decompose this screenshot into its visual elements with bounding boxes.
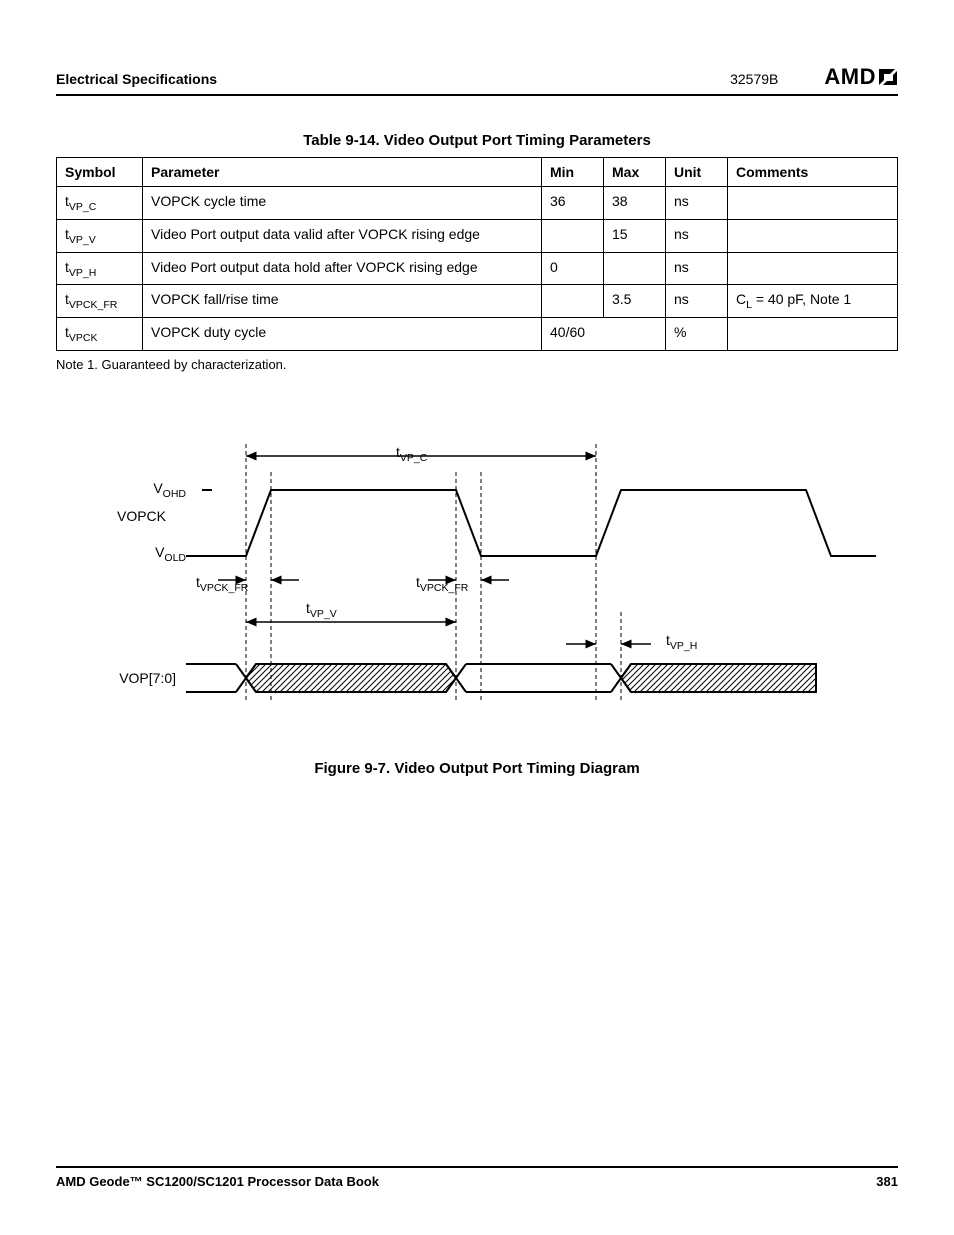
- cell-comments: [728, 318, 898, 351]
- cell-parameter: VOPCK fall/rise time: [143, 285, 542, 318]
- timing-svg: [156, 432, 916, 732]
- cell-parameter: VOPCK cycle time: [143, 187, 542, 220]
- cell-symbol: tVPCK_FR: [57, 285, 143, 318]
- table-row: tVP_C VOPCK cycle time 36 38 ns: [57, 187, 898, 220]
- page-footer: AMD Geode™ SC1200/SC1201 Processor Data …: [56, 1166, 898, 1189]
- table-note: Note 1. Guaranteed by characterization.: [56, 357, 898, 372]
- table-row: tVPCK_FR VOPCK fall/rise time 3.5 ns CL …: [57, 285, 898, 318]
- cell-min: 0: [542, 252, 604, 285]
- cell-parameter: Video Port output data hold after VOPCK …: [143, 252, 542, 285]
- label-vopck: VOPCK: [56, 508, 166, 524]
- table-row: tVP_H Video Port output data hold after …: [57, 252, 898, 285]
- table-row: tVP_V Video Port output data valid after…: [57, 219, 898, 252]
- footer-book: AMD Geode™ SC1200/SC1201 Processor Data …: [56, 1174, 379, 1189]
- cell-minmax: 40/60: [542, 318, 666, 351]
- table-caption: Table 9-14. Video Output Port Timing Par…: [56, 132, 898, 149]
- th-unit: Unit: [666, 158, 728, 187]
- cell-max: 38: [604, 187, 666, 220]
- cell-comments: [728, 219, 898, 252]
- cell-comments: CL = 40 pF, Note 1: [728, 285, 898, 318]
- footer-page: 381: [876, 1174, 898, 1189]
- th-max: Max: [604, 158, 666, 187]
- cell-max: [604, 252, 666, 285]
- th-symbol: Symbol: [57, 158, 143, 187]
- cell-max: 3.5: [604, 285, 666, 318]
- cell-parameter: Video Port output data valid after VOPCK…: [143, 219, 542, 252]
- cell-min: 36: [542, 187, 604, 220]
- cell-max: 15: [604, 219, 666, 252]
- cell-symbol: tVPCK: [57, 318, 143, 351]
- cell-min: [542, 219, 604, 252]
- cell-unit: ns: [666, 252, 728, 285]
- cell-parameter: VOPCK duty cycle: [143, 318, 542, 351]
- doc-code: 32579B: [730, 71, 778, 87]
- table-header-row: Symbol Parameter Min Max Unit Comments: [57, 158, 898, 187]
- timing-param-table: Symbol Parameter Min Max Unit Comments t…: [56, 157, 898, 351]
- cell-unit: %: [666, 318, 728, 351]
- cell-unit: ns: [666, 219, 728, 252]
- header-right: 32579B AMD: [730, 64, 898, 90]
- amd-logo: AMD: [824, 64, 898, 90]
- timing-diagram: VOHD VOPCK VOLD VOP[7:0] tVP_C tVPCK_FR …: [56, 432, 898, 752]
- cell-symbol: tVP_C: [57, 187, 143, 220]
- cell-min: [542, 285, 604, 318]
- figure-caption: Figure 9-7. Video Output Port Timing Dia…: [56, 760, 898, 777]
- cell-unit: ns: [666, 187, 728, 220]
- th-min: Min: [542, 158, 604, 187]
- page-header: Electrical Specifications 32579B AMD: [56, 64, 898, 96]
- cell-comments: [728, 187, 898, 220]
- cell-symbol: tVP_V: [57, 219, 143, 252]
- table-row: tVPCK VOPCK duty cycle 40/60 %: [57, 318, 898, 351]
- section-title: Electrical Specifications: [56, 71, 217, 87]
- cell-unit: ns: [666, 285, 728, 318]
- th-comments: Comments: [728, 158, 898, 187]
- cell-comments: [728, 252, 898, 285]
- cell-symbol: tVP_H: [57, 252, 143, 285]
- th-parameter: Parameter: [143, 158, 542, 187]
